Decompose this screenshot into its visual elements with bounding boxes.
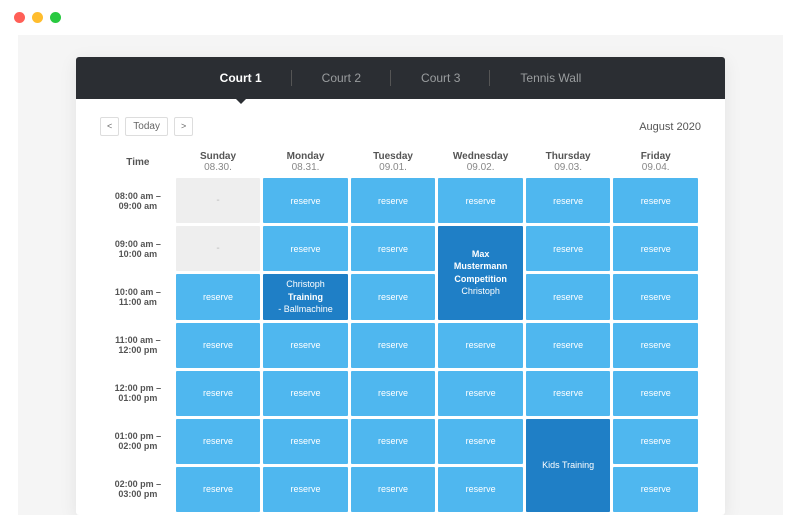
today-button[interactable]: Today [125,117,168,136]
reserve-cell[interactable]: reserve [613,467,698,512]
reserve-cell[interactable]: reserve [613,274,698,320]
prev-button[interactable]: < [100,117,119,136]
schedule-table: TimeSunday08.30.Monday08.31.Tuesday09.01… [100,148,701,515]
reserve-cell[interactable]: reserve [526,226,611,271]
reserve-cell[interactable]: reserve [263,467,348,512]
reserve-cell[interactable]: reserve [176,371,261,416]
reserve-cell[interactable]: reserve [263,371,348,416]
reserve-cell[interactable]: reserve [438,323,523,368]
outer-panel: Court 1Court 2Court 3Tennis Wall < Today… [18,35,783,515]
reserve-cell[interactable]: reserve [438,371,523,416]
day-header: Sunday08.30. [176,151,261,175]
reserve-cell[interactable]: reserve [263,226,348,271]
day-header: Wednesday09.02. [438,151,523,175]
day-header: Thursday09.03. [526,151,611,175]
reserve-cell[interactable]: reserve [613,419,698,464]
day-header: Friday09.04. [613,151,698,175]
reserve-cell[interactable]: reserve [263,419,348,464]
window-controls [0,0,801,35]
maximize-icon[interactable] [50,12,61,23]
time-header: Time [103,151,173,175]
booked-cell[interactable]: MaxMustermannCompetitionChristoph [438,226,523,320]
time-slot-label: 02:00 pm –03:00 pm [103,467,173,512]
reserve-cell[interactable]: reserve [176,274,261,320]
time-slot-label: 08:00 am –09:00 am [103,178,173,223]
reserve-cell[interactable]: reserve [613,226,698,271]
day-header: Monday08.31. [263,151,348,175]
reserve-cell[interactable]: reserve [438,467,523,512]
reserve-cell[interactable]: reserve [351,274,436,320]
tab-court-2[interactable]: Court 2 [292,57,391,99]
minimize-icon[interactable] [32,12,43,23]
next-button[interactable]: > [174,117,193,136]
reserve-cell[interactable]: reserve [613,323,698,368]
app-card: Court 1Court 2Court 3Tennis Wall < Today… [76,57,725,515]
reserve-cell[interactable]: reserve [351,371,436,416]
tab-court-1[interactable]: Court 1 [190,57,292,99]
time-slot-label: 01:00 pm –02:00 pm [103,419,173,464]
nav-row: < Today > August 2020 [100,117,701,136]
time-slot-label: 11:00 am –12:00 pm [103,323,173,368]
reserve-cell[interactable]: reserve [351,226,436,271]
reserve-cell[interactable]: reserve [263,323,348,368]
unavailable-cell: - [176,178,261,223]
reserve-cell[interactable]: reserve [351,419,436,464]
time-slot-label: 12:00 pm –01:00 pm [103,371,173,416]
reserve-cell[interactable]: reserve [351,323,436,368]
reserve-cell[interactable]: reserve [613,178,698,223]
booked-cell[interactable]: ChristophTraining- Ballmachine [263,274,348,320]
reserve-cell[interactable]: reserve [176,467,261,512]
reserve-cell[interactable]: reserve [176,323,261,368]
close-icon[interactable] [14,12,25,23]
reserve-cell[interactable]: reserve [176,419,261,464]
unavailable-cell: - [176,226,261,271]
time-slot-label: 09:00 am –10:00 am [103,226,173,271]
booked-cell[interactable]: Kids Training [526,419,611,512]
tab-tennis-wall[interactable]: Tennis Wall [490,57,611,99]
period-label: August 2020 [639,121,701,133]
day-header: Tuesday09.01. [351,151,436,175]
reserve-cell[interactable]: reserve [438,178,523,223]
tabs-bar: Court 1Court 2Court 3Tennis Wall [76,57,725,99]
reserve-cell[interactable]: reserve [351,467,436,512]
reserve-cell[interactable]: reserve [438,419,523,464]
reserve-cell[interactable]: reserve [526,371,611,416]
reserve-cell[interactable]: reserve [351,178,436,223]
time-slot-label: 10:00 am –11:00 am [103,274,173,320]
reserve-cell[interactable]: reserve [526,178,611,223]
reserve-cell[interactable]: reserve [613,371,698,416]
reserve-cell[interactable]: reserve [526,323,611,368]
tab-court-3[interactable]: Court 3 [391,57,490,99]
reserve-cell[interactable]: reserve [263,178,348,223]
reserve-cell[interactable]: reserve [526,274,611,320]
